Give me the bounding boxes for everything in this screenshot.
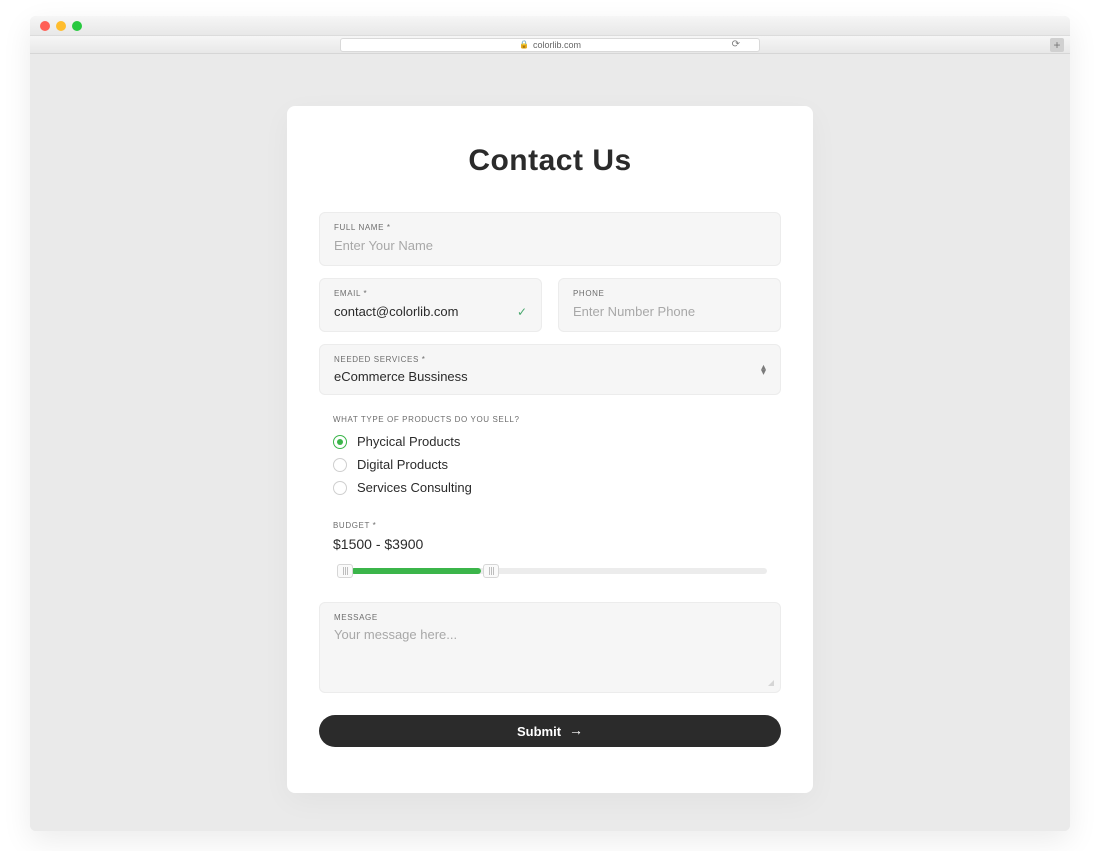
radio-option[interactable]: Phycical Products — [333, 434, 767, 449]
services-select-value[interactable]: eCommerce Bussiness — [334, 369, 766, 384]
radio-option[interactable]: Services Consulting — [333, 480, 767, 495]
arrow-right-icon: → — [569, 723, 583, 737]
email-input[interactable] — [334, 304, 527, 319]
lock-icon: 🔒 — [519, 40, 529, 49]
services-field[interactable]: NEEDED SERVICES * eCommerce Bussiness ▴▾ — [319, 344, 781, 395]
page-viewport: Contact Us FULL NAME * EMAIL * ✓ PHONE — [30, 54, 1070, 831]
message-field[interactable]: MESSAGE — [319, 602, 781, 693]
radio-icon[interactable] — [333, 435, 347, 449]
phone-field[interactable]: PHONE — [558, 278, 781, 332]
submit-button[interactable]: Submit → — [319, 715, 781, 747]
services-label: NEEDED SERVICES * — [334, 355, 766, 364]
select-caret-icon: ▴▾ — [761, 365, 766, 375]
phone-label: PHONE — [573, 289, 766, 298]
radio-label: Services Consulting — [357, 480, 472, 495]
phone-input[interactable] — [573, 304, 766, 319]
minimize-window-icon[interactable] — [56, 21, 66, 31]
email-label: EMAIL * — [334, 289, 527, 298]
contact-card: Contact Us FULL NAME * EMAIL * ✓ PHONE — [287, 106, 813, 793]
budget-section: BUDGET * $1500 - $3900 — [319, 503, 781, 578]
message-label: MESSAGE — [334, 613, 766, 622]
window-titlebar — [30, 16, 1070, 36]
full-name-field[interactable]: FULL NAME * — [319, 212, 781, 266]
full-name-input[interactable] — [334, 238, 766, 253]
message-input[interactable] — [334, 627, 766, 677]
slider-handle-min[interactable] — [337, 564, 353, 578]
products-section: WHAT TYPE OF PRODUCTS DO YOU SELL? Phyci… — [319, 407, 781, 495]
close-window-icon[interactable] — [40, 21, 50, 31]
reload-icon[interactable]: ⟳ — [732, 39, 740, 50]
address-bar[interactable]: 🔒 colorlib.com — [340, 38, 760, 52]
resize-grip-icon[interactable] — [766, 678, 774, 686]
radio-label: Phycical Products — [357, 434, 460, 449]
submit-label: Submit — [517, 724, 561, 739]
new-tab-button[interactable]: + — [1050, 38, 1064, 52]
address-bar-row: 🔒 colorlib.com ⟳ + — [30, 36, 1070, 54]
slider-fill — [351, 568, 481, 574]
check-icon: ✓ — [517, 305, 527, 319]
full-name-label: FULL NAME * — [334, 223, 766, 232]
radio-icon[interactable] — [333, 458, 347, 472]
maximize-window-icon[interactable] — [72, 21, 82, 31]
budget-value: $1500 - $3900 — [333, 536, 767, 552]
radio-label: Digital Products — [357, 457, 448, 472]
budget-label: BUDGET * — [333, 521, 767, 530]
products-label: WHAT TYPE OF PRODUCTS DO YOU SELL? — [333, 415, 767, 424]
slider-handle-max[interactable] — [483, 564, 499, 578]
url-host: colorlib.com — [533, 40, 581, 50]
email-field[interactable]: EMAIL * ✓ — [319, 278, 542, 332]
budget-slider[interactable] — [333, 562, 767, 578]
radio-option[interactable]: Digital Products — [333, 457, 767, 472]
page-title: Contact Us — [319, 144, 781, 178]
radio-icon[interactable] — [333, 481, 347, 495]
browser-window: 🔒 colorlib.com ⟳ + Contact Us FULL NAME … — [30, 16, 1070, 831]
